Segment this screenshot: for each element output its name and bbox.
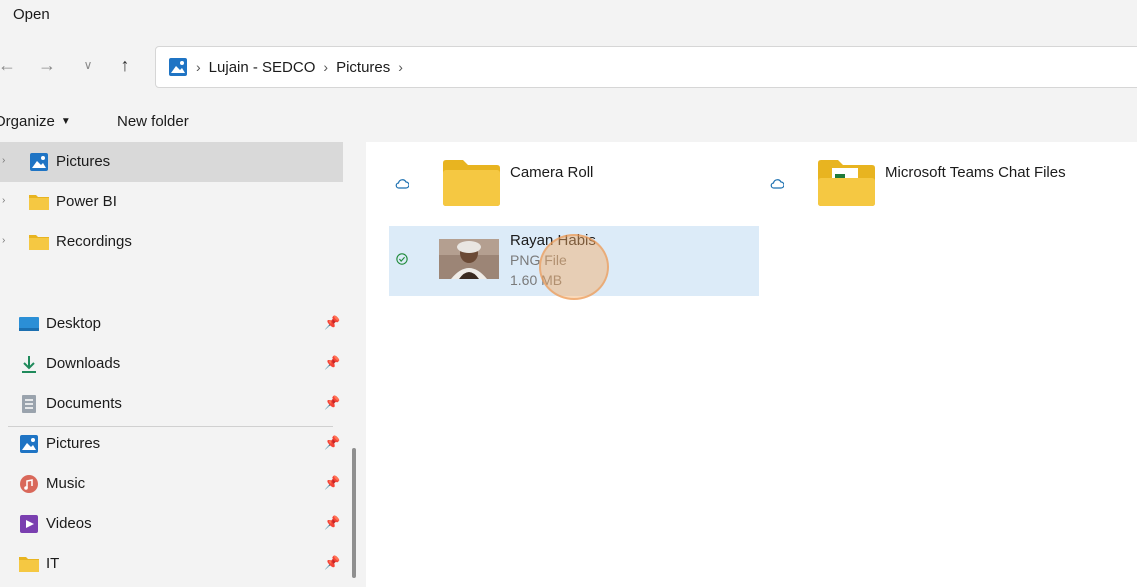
sidebar-item-label: Power BI	[56, 193, 117, 210]
pin-icon[interactable]: 📌	[324, 435, 340, 453]
sidebar-item-label: Documents	[46, 395, 122, 412]
file-item-teams-chat-files[interactable]: Microsoft Teams Chat Files	[764, 154, 1134, 224]
sidebar-item-power-bi[interactable]: › Power BI	[0, 182, 343, 222]
click-indicator	[539, 234, 609, 300]
pin-icon[interactable]: 📌	[324, 355, 340, 373]
title-bar: Open	[0, 0, 1137, 34]
navigation-pane: › Pictures › Power BI › Recordings Deskt…	[0, 142, 356, 587]
folder-icon	[29, 195, 49, 210]
new-folder-button[interactable]: New folder	[117, 113, 189, 130]
pin-icon[interactable]: 📌	[324, 315, 340, 333]
videos-icon	[20, 515, 38, 533]
sidebar-item-label: IT	[46, 555, 60, 572]
sidebar-item-desktop[interactable]: Desktop 📌	[0, 304, 343, 344]
window-title: Open	[13, 6, 50, 23]
breadcrumb-item[interactable]: Pictures	[336, 59, 390, 76]
forward-button[interactable]: →	[32, 50, 62, 80]
forward-arrow-icon: →	[38, 54, 56, 75]
expand-chevron-icon[interactable]: ›	[2, 235, 5, 246]
new-folder-label: New folder	[117, 113, 189, 130]
file-name: Camera Roll	[510, 164, 594, 181]
pin-icon[interactable]: 📌	[324, 515, 340, 533]
back-button[interactable]: ←	[0, 50, 22, 80]
sidebar-item-it[interactable]: IT 📌	[0, 544, 343, 584]
address-bar[interactable]: › Lujain - SEDCO › Pictures ›	[155, 46, 1137, 88]
sidebar-item-pictures-quick[interactable]: Pictures 📌	[0, 424, 343, 464]
image-thumbnail	[439, 239, 499, 279]
back-arrow-icon: ←	[0, 54, 16, 75]
pictures-icon	[30, 153, 48, 171]
file-name: Microsoft Teams Chat Files	[885, 164, 1066, 181]
sidebar-scrollbar[interactable]	[352, 448, 356, 578]
sidebar-item-music[interactable]: Music 📌	[0, 464, 343, 504]
music-icon	[20, 475, 38, 493]
sidebar-item-label: Downloads	[46, 355, 121, 372]
desktop-icon	[19, 317, 39, 331]
navigation-bar: ← → ∨ ↑ › Lujain - SEDCO › Pictures ›	[0, 34, 1137, 102]
organize-button[interactable]: Organize ▼	[0, 113, 71, 130]
pin-icon[interactable]: 📌	[324, 555, 340, 573]
downloads-icon	[22, 356, 36, 373]
sidebar-item-label: Music	[46, 475, 86, 492]
expand-chevron-icon[interactable]: ›	[2, 155, 5, 166]
sidebar-item-label: Desktop	[46, 315, 102, 332]
up-button[interactable]: ↑	[110, 50, 140, 80]
cloud-icon	[395, 179, 409, 189]
recent-locations-button[interactable]: ∨	[73, 50, 103, 80]
command-bar: Organize ▼ New folder	[0, 102, 1137, 142]
sidebar-item-label: Pictures	[56, 153, 111, 170]
synced-check-icon	[396, 253, 408, 265]
organize-label: Organize	[0, 113, 55, 130]
sidebar-item-label: Pictures	[46, 435, 101, 452]
folder-icon	[19, 557, 39, 572]
pin-icon[interactable]: 📌	[324, 395, 340, 413]
person-photo-icon	[439, 239, 499, 279]
chevron-down-icon: ∨	[83, 58, 93, 72]
documents-icon	[22, 395, 36, 413]
chevron-right-icon: ›	[323, 59, 329, 75]
sidebar-item-documents[interactable]: Documents 📌	[0, 384, 343, 424]
expand-chevron-icon[interactable]: ›	[2, 195, 5, 206]
sidebar-item-pictures[interactable]: › Pictures	[0, 142, 343, 182]
file-item-camera-roll[interactable]: Camera Roll	[389, 154, 749, 224]
sidebar-item-label: Recordings	[56, 233, 132, 250]
caret-down-icon: ▼	[60, 116, 71, 127]
up-arrow-icon: ↑	[120, 54, 130, 75]
cloud-icon	[770, 179, 784, 189]
pictures-icon	[169, 58, 187, 76]
pin-icon[interactable]: 📌	[324, 475, 340, 493]
file-list: Camera Roll Microsoft Teams Chat Files R…	[366, 142, 1137, 587]
sidebar-item-videos[interactable]: Videos 📌	[0, 504, 343, 544]
sidebar-item-recordings[interactable]: › Recordings	[0, 222, 343, 262]
chevron-right-icon[interactable]: ›	[398, 59, 403, 75]
breadcrumb-item[interactable]: Lujain - SEDCO	[209, 59, 316, 76]
sidebar-item-label: Videos	[46, 515, 92, 532]
folder-with-document-icon	[818, 160, 875, 206]
sidebar-item-downloads[interactable]: Downloads 📌	[0, 344, 343, 384]
pictures-icon	[20, 435, 38, 453]
folder-icon	[29, 235, 49, 250]
chevron-right-icon: ›	[196, 59, 201, 75]
folder-icon	[443, 160, 500, 206]
